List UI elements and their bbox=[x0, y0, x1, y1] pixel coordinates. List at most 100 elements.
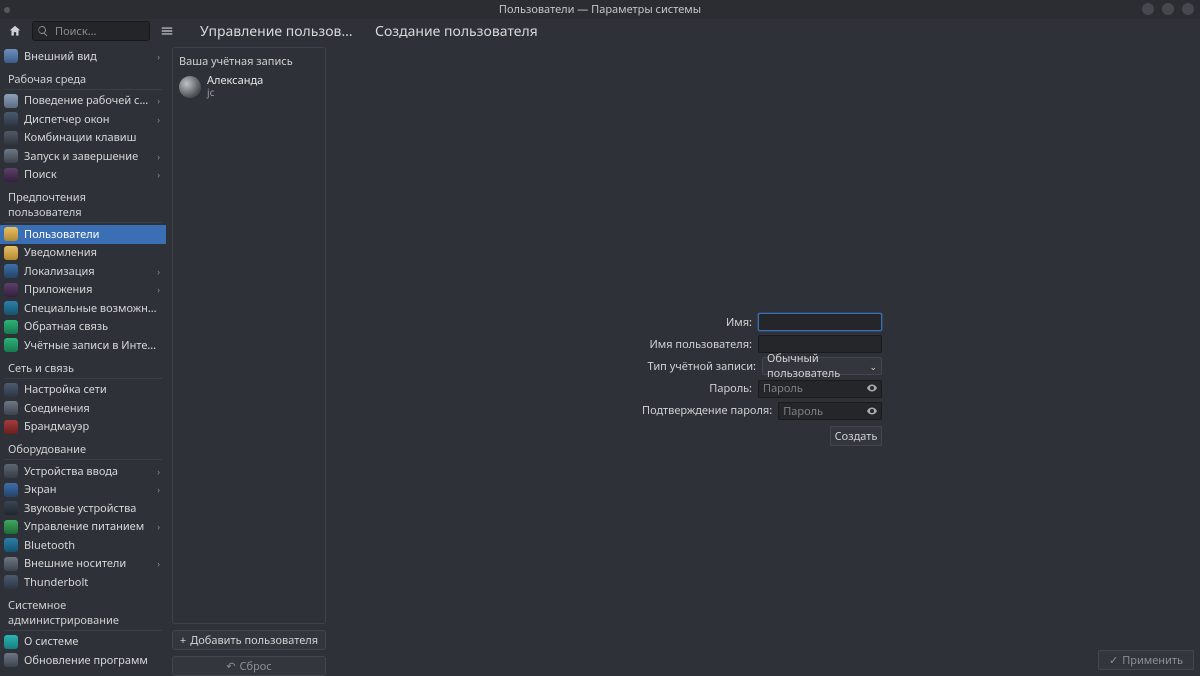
sidebar-section-header: Рабочая среда bbox=[4, 66, 162, 90]
sidebar-item-icon bbox=[4, 464, 18, 478]
sidebar-item-icon bbox=[4, 575, 18, 589]
chevron-right-icon: › bbox=[157, 557, 160, 570]
sidebar-item-icon bbox=[4, 168, 18, 182]
sidebar-item-label: Управление питанием bbox=[24, 519, 151, 534]
sidebar-item-label: Обновление программ bbox=[24, 653, 160, 668]
sidebar-item[interactable]: Специальные возможности bbox=[0, 299, 166, 318]
create-user-form: Имя: Имя пользователя: Тип учётной запис… bbox=[642, 313, 882, 446]
chevron-right-icon: › bbox=[157, 113, 160, 126]
minimize-button[interactable] bbox=[1142, 3, 1154, 15]
sidebar-item[interactable]: Поиск› bbox=[0, 166, 166, 185]
sidebar-item[interactable]: Bluetooth bbox=[0, 536, 166, 555]
close-button[interactable] bbox=[1182, 3, 1194, 15]
sidebar-item[interactable]: О системе bbox=[0, 633, 166, 652]
sidebar-item[interactable]: Устройства ввода› bbox=[0, 462, 166, 481]
home-icon bbox=[8, 24, 22, 38]
account-type-select[interactable]: Обычный пользователь ⌄ bbox=[762, 357, 882, 375]
user-row[interactable]: Александа jc bbox=[179, 73, 319, 100]
sidebar-item[interactable]: Звуковые устройства bbox=[0, 499, 166, 518]
plus-icon: + bbox=[180, 633, 186, 648]
chevron-right-icon: › bbox=[157, 520, 160, 533]
sidebar-item-icon bbox=[4, 501, 18, 515]
sidebar-item[interactable]: Поведение рабочей среды› bbox=[0, 92, 166, 111]
home-button[interactable] bbox=[4, 21, 26, 41]
user-list: Ваша учётная запись Александа jc bbox=[172, 47, 326, 624]
sidebar-item[interactable]: Учётные записи в Интернете bbox=[0, 336, 166, 355]
sidebar-item-icon bbox=[4, 401, 18, 415]
name-input[interactable] bbox=[758, 313, 882, 331]
sidebar-item[interactable]: Диспетчер окон › bbox=[0, 110, 166, 129]
sidebar-item-label: Запуск и завершение bbox=[24, 149, 151, 164]
user-display-name: Александа bbox=[207, 75, 263, 87]
sidebar-item-icon bbox=[4, 338, 18, 352]
eye-icon[interactable] bbox=[866, 404, 878, 421]
chevron-right-icon: › bbox=[157, 465, 160, 478]
sidebar-item[interactable]: Thunderbolt bbox=[0, 573, 166, 592]
sidebar-item-icon bbox=[4, 149, 18, 163]
sidebar-item-label: Комбинации клавиш bbox=[24, 130, 160, 145]
create-button[interactable]: Создать bbox=[830, 426, 882, 446]
sidebar-item-icon bbox=[4, 246, 18, 260]
sidebar-item-label: Уведомления bbox=[24, 245, 160, 260]
main-panel: Имя: Имя пользователя: Тип учётной запис… bbox=[332, 43, 1200, 676]
window-title: Пользователи — Параметры системы bbox=[0, 2, 1200, 17]
breadcrumb-item-1[interactable]: Управление пользоват... bbox=[200, 22, 355, 41]
breadcrumb-item-2[interactable]: Создание пользователя bbox=[375, 22, 538, 41]
chevron-right-icon: › bbox=[157, 483, 160, 496]
sidebar-item-label: Bluetooth bbox=[24, 538, 160, 553]
sidebar-item-icon bbox=[4, 557, 18, 571]
reset-label: Сброс bbox=[239, 659, 271, 674]
password-input[interactable] bbox=[758, 380, 882, 398]
user-list-header: Ваша учётная запись bbox=[179, 54, 319, 69]
sidebar-item[interactable]: Соединения bbox=[0, 399, 166, 418]
toolbar: Управление пользоват... Создание пользов… bbox=[0, 19, 1200, 43]
search-icon bbox=[37, 24, 49, 41]
sidebar-item[interactable]: Уведомления bbox=[0, 244, 166, 263]
sidebar-item[interactable]: Приложения› bbox=[0, 281, 166, 300]
sidebar-item[interactable]: Брандмауэр bbox=[0, 418, 166, 437]
chevron-right-icon: › bbox=[157, 168, 160, 181]
sidebar-item-label: Брандмауэр bbox=[24, 419, 160, 434]
sidebar-item-icon bbox=[4, 320, 18, 334]
sidebar-item[interactable]: Обновление программ bbox=[0, 651, 166, 670]
sidebar-item-label: Специальные возможности bbox=[24, 301, 160, 316]
sidebar-item-icon bbox=[4, 264, 18, 278]
maximize-button[interactable] bbox=[1162, 3, 1174, 15]
sidebar-item[interactable]: Экран › bbox=[0, 481, 166, 500]
sidebar-item-label: Диспетчер окон bbox=[24, 112, 151, 127]
sidebar-item-label: Экран bbox=[24, 482, 151, 497]
hamburger-icon bbox=[160, 24, 174, 38]
sidebar-item-appearance[interactable]: Внешний вид › bbox=[0, 47, 166, 66]
sidebar-item[interactable]: Настройка сети bbox=[0, 381, 166, 400]
sidebar-item[interactable]: Комбинации клавиш bbox=[0, 129, 166, 148]
sidebar-item-label: О системе bbox=[24, 634, 160, 649]
add-user-button[interactable]: + Добавить пользователя bbox=[172, 630, 326, 650]
eye-icon[interactable] bbox=[866, 381, 878, 398]
sidebar-item[interactable]: Локализация› bbox=[0, 262, 166, 281]
chevron-right-icon: › bbox=[157, 150, 160, 163]
sidebar-section-header: Предпочтения пользователя bbox=[4, 184, 162, 223]
menu-button[interactable] bbox=[156, 21, 178, 41]
sidebar-item[interactable]: Пользователи bbox=[0, 225, 166, 244]
username-label: Имя пользователя: bbox=[649, 337, 752, 352]
user-login: jc bbox=[207, 87, 263, 98]
sidebar-item[interactable]: Управление питанием › bbox=[0, 518, 166, 537]
sidebar-item[interactable]: Обратная связь bbox=[0, 318, 166, 337]
sidebar-item-label: Обратная связь bbox=[24, 319, 160, 334]
sidebar-item-icon bbox=[4, 283, 18, 297]
sidebar-item[interactable]: Внешние носители› bbox=[0, 555, 166, 574]
sidebar-item-icon bbox=[4, 227, 18, 241]
account-type-label: Тип учётной записи: bbox=[648, 359, 756, 374]
reset-button[interactable]: ↶ Сброс bbox=[172, 656, 326, 676]
sidebar-item[interactable]: Запуск и завершение › bbox=[0, 147, 166, 166]
search-input[interactable] bbox=[32, 21, 150, 41]
sidebar-item-icon bbox=[4, 635, 18, 649]
sidebar-item-label: Звуковые устройства bbox=[24, 501, 160, 516]
sidebar-item-icon bbox=[4, 112, 18, 126]
add-user-label: Добавить пользователя bbox=[190, 633, 318, 648]
apply-button[interactable]: ✓ Применить bbox=[1098, 650, 1194, 670]
titlebar: Пользователи — Параметры системы bbox=[0, 0, 1200, 19]
sidebar-item-label: Соединения bbox=[24, 401, 160, 416]
check-icon: ✓ bbox=[1109, 653, 1118, 668]
chevron-right-icon: › bbox=[157, 50, 160, 63]
